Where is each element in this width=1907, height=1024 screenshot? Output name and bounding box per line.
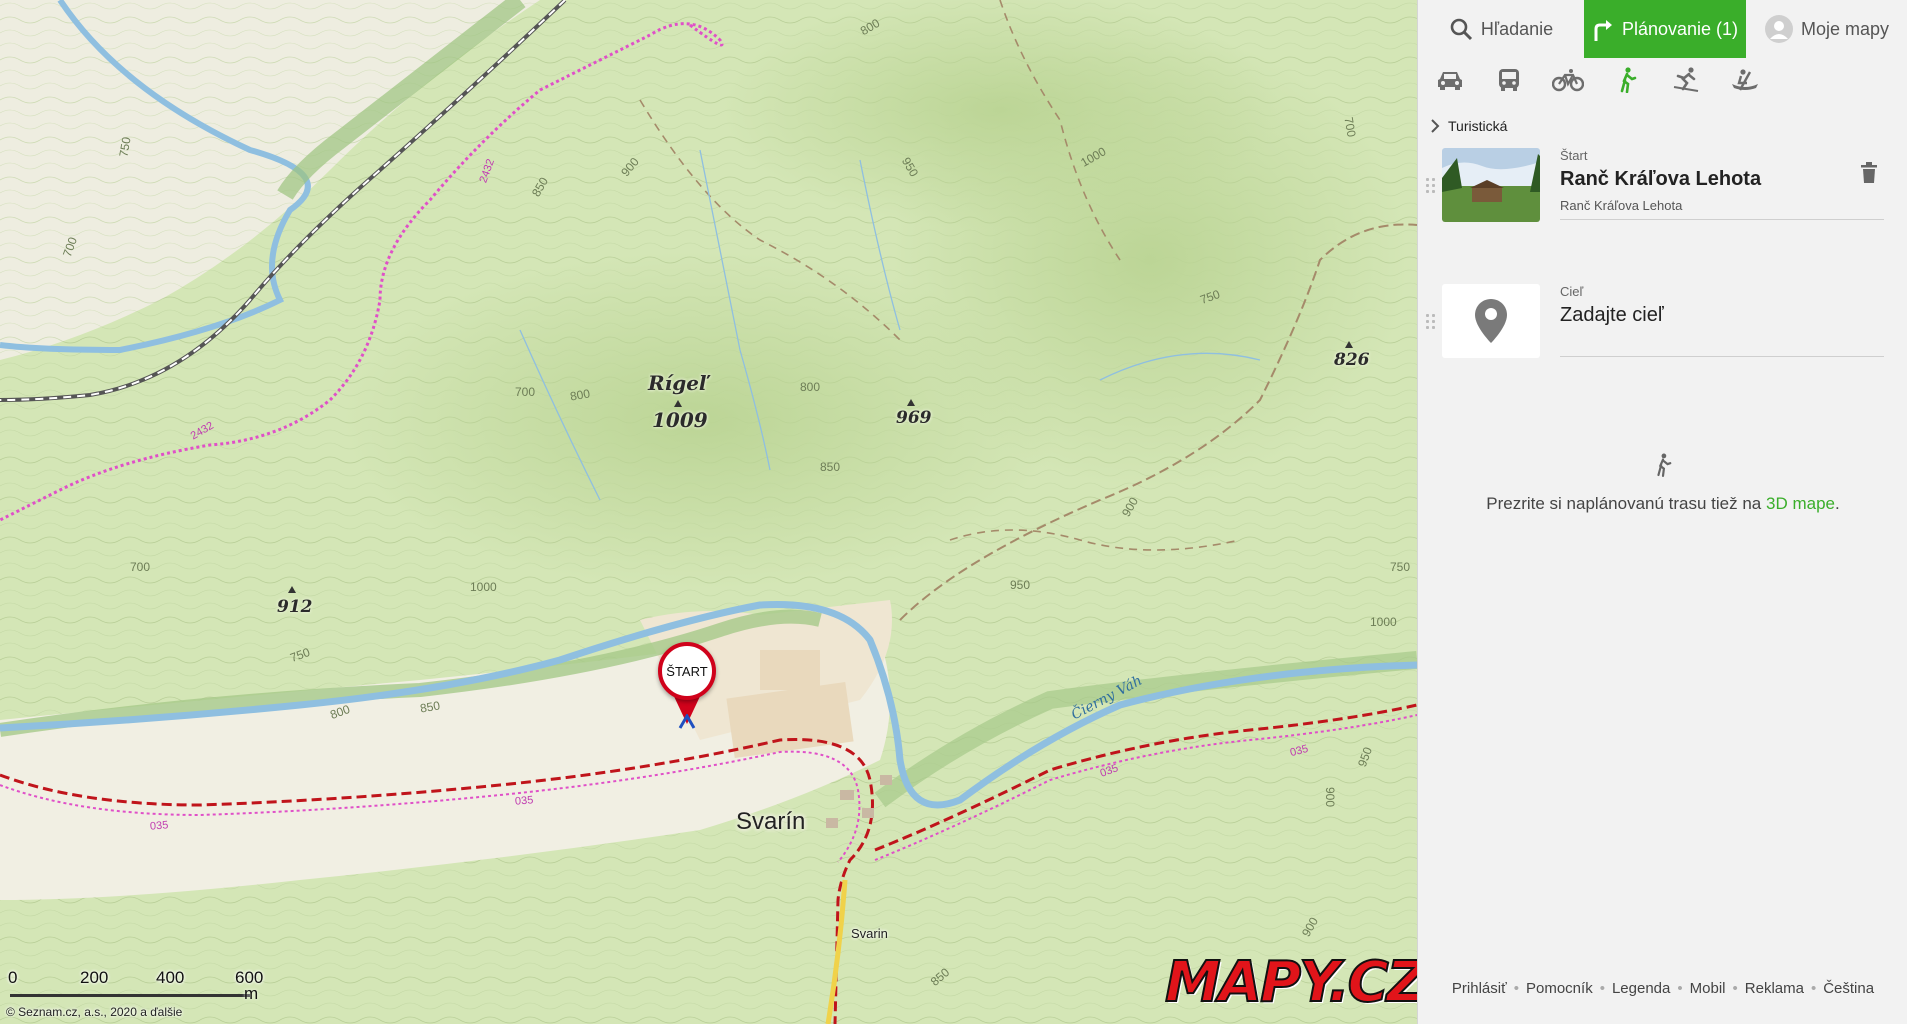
footer-link-help[interactable]: Pomocník bbox=[1526, 980, 1593, 997]
copyright-more-link[interactable]: ďalšie bbox=[150, 1005, 182, 1019]
peak-elevation: 1009 bbox=[652, 408, 708, 432]
transport-modes bbox=[1418, 58, 1907, 102]
scale-bar: 0 200 400 600 m bbox=[8, 968, 263, 1008]
destination-input[interactable]: Zadajte cieľ bbox=[1560, 304, 1664, 327]
3d-hint: Prezrite si naplánovanú trasu tiež na 3D… bbox=[1418, 452, 1907, 514]
scale-line bbox=[10, 994, 250, 997]
waypoint-kind: Štart bbox=[1560, 148, 1588, 163]
tab-planning[interactable]: Plánovanie (1) bbox=[1584, 0, 1746, 58]
tab-search-label: Hľadanie bbox=[1480, 18, 1554, 39]
mapy-cz-logo[interactable]: MAPY.CZ bbox=[1164, 949, 1417, 1016]
divider bbox=[1560, 219, 1884, 220]
location-pin-icon bbox=[1442, 284, 1540, 358]
footer-link-login[interactable]: Prihlásiť bbox=[1452, 980, 1507, 997]
hiking-icon bbox=[1620, 67, 1636, 93]
tab-my-maps-label: Moje mapy bbox=[1800, 18, 1890, 39]
tab-my-maps[interactable]: Moje mapy bbox=[1746, 0, 1907, 58]
scale-tick: 200 bbox=[80, 968, 109, 987]
mode-bus[interactable] bbox=[1479, 58, 1538, 102]
contour-label: 700 bbox=[130, 560, 151, 574]
footer-link-mobile[interactable]: Mobil bbox=[1690, 980, 1726, 997]
copyright: © Seznam.cz, a.s., 2020 a ďalšie bbox=[6, 1005, 182, 1019]
copyright-text: © Seznam.cz, a.s., 2020 a bbox=[6, 1005, 147, 1019]
footer-links: Prihlásiť • Pomocník • Legenda • Mobil • Rek… bbox=[1451, 980, 1875, 997]
tab-search[interactable]: Hľadanie bbox=[1418, 0, 1584, 58]
waypoint-kind: Cieľ bbox=[1560, 284, 1584, 299]
peak-marker-icon bbox=[907, 399, 915, 406]
route-number-label: 035 bbox=[149, 819, 169, 833]
ridge-shade bbox=[720, 0, 1280, 230]
mode-bike[interactable] bbox=[1538, 58, 1597, 102]
scale-tick: 0 bbox=[8, 968, 18, 987]
hint-suffix: . bbox=[1834, 494, 1840, 513]
peak-marker-icon bbox=[288, 586, 296, 593]
contour-label: 750 bbox=[1390, 560, 1411, 574]
bus-stop-label[interactable]: Svarin bbox=[851, 926, 888, 941]
peak-elevation: 969 bbox=[896, 408, 932, 428]
contour-label: 900 bbox=[1323, 786, 1338, 808]
route-type-label: Turistická bbox=[1448, 118, 1508, 134]
route-icon bbox=[1592, 17, 1614, 41]
car-icon bbox=[1437, 72, 1462, 90]
side-panel: Hľadanie Plánovanie (1) Moje mapy Turist… bbox=[1417, 0, 1907, 1024]
waypoint-title[interactable]: Ranč Kráľova Lehota bbox=[1560, 168, 1761, 191]
chevron-right-icon bbox=[1430, 118, 1440, 134]
3d-map-link[interactable]: 3D mape bbox=[1766, 494, 1835, 513]
mode-boat[interactable] bbox=[1715, 58, 1774, 102]
contour-label: 700 bbox=[515, 385, 536, 399]
drag-handle-icon[interactable] bbox=[1426, 314, 1438, 338]
waypoint-subtitle: Ranč Kráľova Lehota bbox=[1560, 198, 1683, 213]
user-avatar-icon bbox=[1764, 15, 1793, 43]
contour-label: 800 bbox=[800, 380, 821, 394]
waypoint-destination[interactable]: Cieľ Zadajte cieľ bbox=[1418, 284, 1907, 374]
search-icon bbox=[1449, 17, 1473, 41]
bus-icon bbox=[1498, 69, 1519, 91]
footer-link-language[interactable]: Čeština bbox=[1823, 980, 1874, 997]
contour-label: 1000 bbox=[1370, 615, 1397, 629]
field-area bbox=[760, 650, 820, 690]
peak-elevation: 912 bbox=[277, 597, 313, 617]
route-number-label: 035 bbox=[514, 794, 534, 808]
start-pin-label: ŠTART bbox=[658, 642, 716, 700]
footer-link-legend[interactable]: Legenda bbox=[1612, 980, 1670, 997]
peak-name: Rígeľ bbox=[648, 371, 710, 395]
scale-unit: m bbox=[244, 984, 259, 1003]
route-type-toggle[interactable]: Turistická bbox=[1430, 118, 1507, 134]
divider bbox=[1560, 356, 1884, 357]
waypoint-start[interactable]: Štart Ranč Kráľova Lehota Ranč Kráľova L… bbox=[1418, 148, 1907, 238]
place-photo[interactable] bbox=[1442, 148, 1540, 222]
scale-tick: 400 bbox=[156, 968, 185, 987]
mode-hike[interactable] bbox=[1597, 58, 1656, 102]
main-tabs: Hľadanie Plánovanie (1) Moje mapy bbox=[1418, 0, 1907, 58]
trash-icon[interactable] bbox=[1860, 162, 1878, 189]
mode-ski[interactable] bbox=[1656, 58, 1715, 102]
map-terrain bbox=[0, 0, 1417, 1024]
contour-label: 950 bbox=[1010, 578, 1031, 592]
tab-planning-label: Plánovanie (1) bbox=[1621, 18, 1739, 39]
mode-car[interactable] bbox=[1420, 58, 1479, 102]
map-view[interactable]: Rígeľ 1009 969 912 826 Svarín Svarin Čie… bbox=[0, 0, 1417, 1024]
footer-link-ads[interactable]: Reklama bbox=[1745, 980, 1804, 997]
drag-handle-icon[interactable] bbox=[1426, 178, 1438, 202]
boat-icon bbox=[1731, 69, 1758, 91]
contour-label: 1000 bbox=[470, 580, 497, 594]
town-label[interactable]: Svarín bbox=[736, 808, 805, 836]
hint-text: Prezrite si naplánovanú trasu tiež na bbox=[1486, 494, 1762, 513]
campsite-icon[interactable] bbox=[678, 714, 696, 730]
peak-marker-icon bbox=[674, 400, 682, 407]
contour-label: 850 bbox=[820, 460, 841, 474]
bike-icon bbox=[1551, 69, 1584, 92]
peak-marker-icon bbox=[1345, 341, 1353, 348]
ski-icon bbox=[1673, 67, 1698, 92]
peak-elevation: 826 bbox=[1334, 350, 1370, 370]
hiking-icon bbox=[1418, 452, 1907, 478]
peak-label: Rígeľ bbox=[648, 372, 709, 394]
